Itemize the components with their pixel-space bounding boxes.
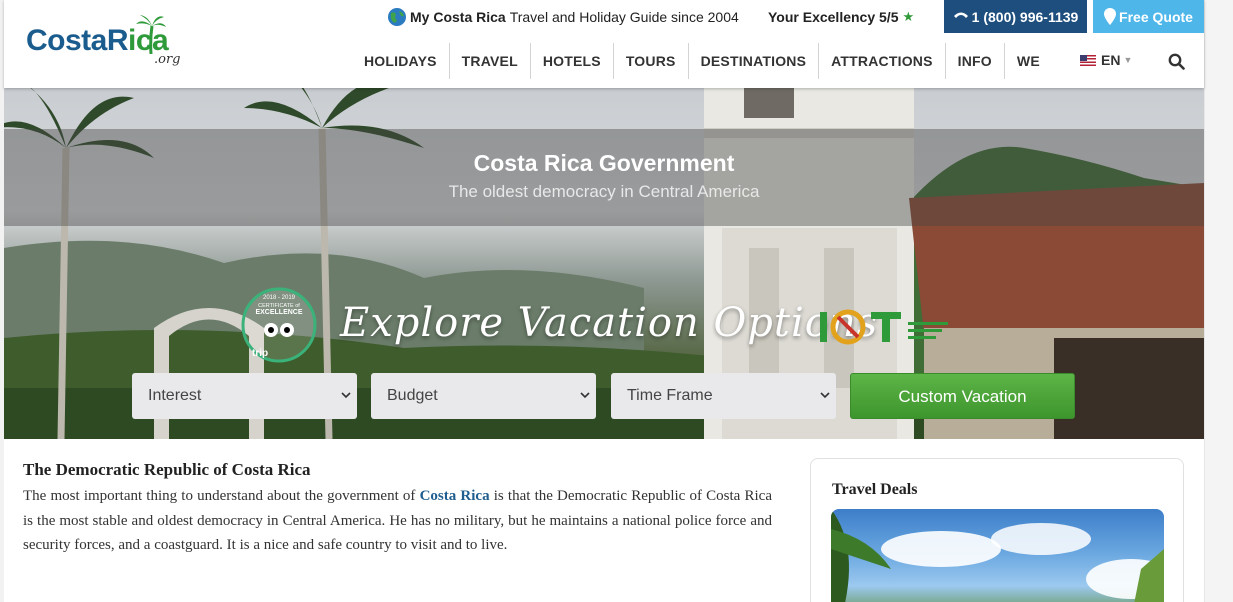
nav-item-hotels[interactable]: HOTELS [531,43,614,79]
hero-title-band [4,129,1204,226]
page-subtitle: The oldest democracy in Central America [448,182,760,201]
custom-vacation-button[interactable]: Custom Vacation [850,373,1075,419]
nav-item-we[interactable]: WE [1005,43,1052,79]
tagline-brand: My Costa Rica [410,8,506,25]
page-scrollbar[interactable] [1204,0,1233,602]
hero-banner: Costa Rica Government The oldest democra… [4,88,1204,439]
chevron-down-icon [341,392,351,399]
explore-heading: Explore Vacation Options [340,300,879,346]
site-logo[interactable]: CostaRica .org [26,14,191,72]
map-pin-icon [1104,8,1117,25]
costa-rica-link[interactable]: Costa Rica [420,488,490,504]
nav-item-travel[interactable]: TRAVEL [450,43,531,79]
phone-icon [953,12,968,18]
time-frame-select-value: Time Frame [627,387,713,404]
interest-select-value: Interest [148,387,202,404]
free-quote-label: Free Quote [1119,8,1193,25]
badge-years: 2018 - 2019 [263,295,296,301]
page-title: Costa Rica Government [473,150,735,176]
site-header: CostaRica .org My Costa Rica Travel and … [4,0,1204,88]
star-icon: ★ [902,8,915,24]
nav-item-tours[interactable]: TOURS [614,43,689,79]
nav-item-holidays[interactable]: HOLIDAYS [352,43,450,79]
main-content: The Democratic Republic of Costa Rica Th… [4,439,1204,602]
free-quote-button[interactable]: Free Quote [1093,0,1204,33]
travel-deals-card: Travel Deals [810,458,1184,602]
site-tagline: My Costa Rica Travel and Holiday Guide s… [387,0,739,33]
budget-select[interactable]: Budget [371,373,596,419]
logo-wordmark: CostaRica [26,24,169,57]
beach-photo [831,509,1164,602]
interest-select[interactable]: Interest [132,373,357,419]
nav-item-attractions[interactable]: ATTRACTIONS [819,43,946,79]
budget-select-value: Budget [387,387,438,404]
tagline-text: Travel and Holiday Guide since 2004 [509,8,739,25]
chevron-down-icon [580,392,590,399]
phone-number: 1 (800) 996-1139 [971,8,1079,25]
excellency-rating[interactable]: Your Excellency 5/5 ★ [768,0,914,33]
travel-deals-image[interactable] [831,509,1164,602]
language-label: EN [1101,52,1121,68]
time-frame-select[interactable]: Time Frame [611,373,836,419]
chevron-down-icon [820,392,830,399]
logo-suffix: .org [154,52,181,67]
article-body: The most important thing to understand a… [23,484,772,558]
excellency-label: Your Excellency 5/5 [768,8,899,25]
search-icon[interactable] [1168,53,1185,70]
chevron-down-icon: ▼ [1123,55,1133,65]
article-title: The Democratic Republic of Costa Rica [23,460,311,479]
travel-deals-title: Travel Deals [832,481,918,498]
nav-item-destinations[interactable]: DESTINATIONS [689,43,820,79]
badge-brand: trip [252,348,268,359]
phone-button[interactable]: 1 (800) 996-1139 [944,0,1087,33]
nav-item-info[interactable]: INFO [946,43,1005,79]
language-selector[interactable]: EN ▼ [1080,52,1132,68]
ict-logo [820,309,948,345]
badge-line2: EXCELLENCE [255,309,302,316]
globe-icon [388,7,406,26]
main-nav: HOLIDAYS TRAVEL HOTELS TOURS DESTINATION… [352,43,1052,79]
tripadvisor-badge: 2018 - 2019 CERTIFICATE of EXCELLENCE tr… [241,287,317,363]
us-flag-icon [1080,54,1096,66]
article-body-start: The most important thing to understand a… [23,488,420,504]
